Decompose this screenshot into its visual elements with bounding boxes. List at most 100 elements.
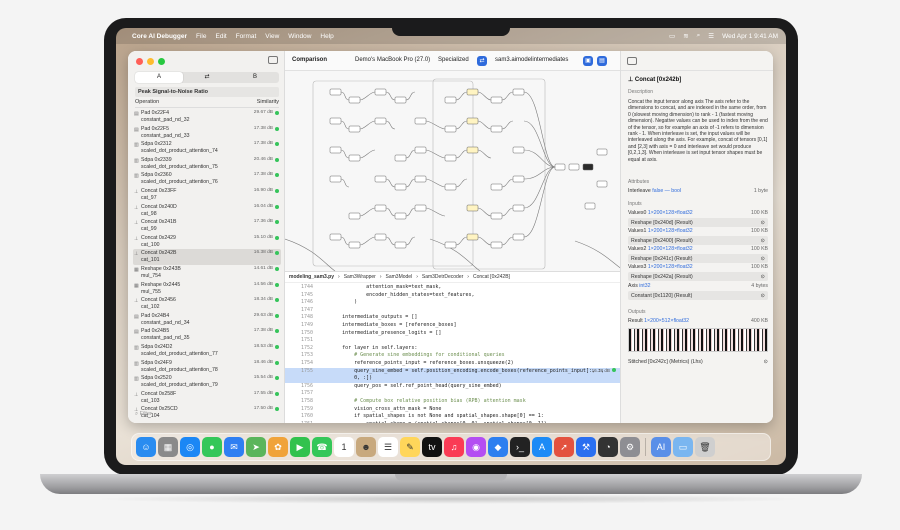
battery-icon[interactable]: ▭ [669, 32, 675, 40]
list-item[interactable]: ▥ Sdpa 0x2312 scaled_dot_product_attention… [133, 140, 281, 156]
similarity-annotation[interactable]: 16.38 dB [592, 368, 616, 373]
menu-app-name[interactable]: Core AI Debugger [132, 33, 187, 40]
input-source-chip[interactable]: Reshape [0x241c] (Result) ⊙ [628, 254, 768, 263]
photos-icon[interactable]: ✿ [268, 437, 288, 457]
crumb-wrapper[interactable]: Sam3Wrapper [344, 274, 376, 280]
swap-icon[interactable]: ⇄ [183, 72, 231, 83]
graph-node[interactable] [444, 183, 457, 191]
menu-edit[interactable]: Edit [216, 33, 227, 40]
go-to-icon[interactable]: ⊙ [761, 256, 765, 262]
graph-node[interactable] [466, 117, 479, 125]
settings-icon[interactable]: ⚙ [620, 437, 640, 457]
graph-node[interactable] [394, 212, 407, 220]
list-item[interactable]: ⊥ Concat 0x23FF cat_97 16.90 dB [133, 187, 281, 203]
tab-a[interactable]: A [135, 72, 183, 83]
file-selector[interactable]: sam3.aimodelintermediates [495, 57, 568, 63]
graph-node[interactable] [512, 88, 525, 96]
menu-window[interactable]: Window [288, 33, 311, 40]
go-to-icon[interactable]: ⊙ [761, 293, 765, 299]
graph-node[interactable] [374, 233, 387, 241]
graph-node[interactable] [512, 233, 525, 241]
activity-icon[interactable]: ◔ [598, 437, 618, 457]
list-item[interactable]: ▦ Reshape 0x243B mul_754 14.61 dB [133, 265, 281, 281]
graph-node[interactable] [329, 233, 342, 241]
graph-node[interactable] [466, 88, 479, 96]
wifi-icon[interactable]: ≋ [683, 32, 688, 40]
graph-node[interactable] [490, 96, 503, 104]
graph-node[interactable] [394, 183, 407, 191]
graph-node[interactable] [490, 241, 503, 249]
graph-node[interactable] [444, 241, 457, 249]
minimize-window-button[interactable] [147, 58, 154, 65]
crumb-op[interactable]: Concat [0x242B] [473, 274, 510, 280]
device-selector[interactable]: Demo's MacBook Pro (27.0) [355, 57, 430, 63]
close-window-button[interactable] [136, 58, 143, 65]
list-item[interactable]: ⊥ Concat 0x258F cat_103 17.55 dB [133, 390, 281, 406]
list-item[interactable]: ⊥ Concat 0x2429 cat_100 15.10 dB [133, 234, 281, 250]
specialized-selector[interactable]: Specialized [438, 57, 469, 63]
graph-node[interactable] [348, 125, 361, 133]
graph-node[interactable] [374, 204, 387, 212]
graph-view-icon[interactable]: ▣ [583, 56, 593, 66]
graph-node[interactable] [596, 148, 608, 156]
graph-node[interactable] [348, 212, 361, 220]
graph-node[interactable] [584, 202, 596, 210]
graph-node[interactable] [444, 125, 457, 133]
graph-node[interactable] [374, 88, 387, 96]
list-item[interactable]: ▥ Sdpa 0x2520 scaled_dot_product_attention… [133, 374, 281, 390]
swap-model-icon[interactable]: ⇄ [477, 56, 487, 66]
graph-node[interactable] [490, 125, 503, 133]
go-to-icon[interactable]: ⊙ [761, 274, 765, 280]
coreai-icon[interactable]: AI [651, 437, 671, 457]
model-graph[interactable] [285, 71, 620, 271]
menu-file[interactable]: File [196, 33, 206, 40]
graph-node[interactable] [329, 146, 342, 154]
list-item[interactable]: ⊥ Concat 0x2456 cat_102 18.34 dB [133, 296, 281, 312]
input-source-chip[interactable]: Reshape [0x2400] (Result) ⊙ [628, 236, 768, 245]
podcasts-icon[interactable]: ◉ [466, 437, 486, 457]
contacts-icon[interactable]: ☻ [356, 437, 376, 457]
xcode-icon[interactable]: ⚒ [576, 437, 596, 457]
graph-node[interactable] [568, 163, 580, 171]
graph-node[interactable] [394, 154, 407, 162]
graph-node[interactable] [348, 154, 361, 162]
graph-node[interactable] [466, 233, 479, 241]
search-icon[interactable]: ⌕ [697, 32, 701, 40]
list-item[interactable]: ▥ Sdpa 0x24D2 scaled_dot_product_attention… [133, 343, 281, 359]
maps-icon[interactable]: ➤ [246, 437, 266, 457]
list-item[interactable]: ▤ Pad 0x22F5 constant_pad_nd_33 17.38 dB [133, 125, 281, 141]
mail-icon[interactable]: ✉ [224, 437, 244, 457]
graph-node[interactable] [414, 204, 427, 212]
go-to-icon[interactable]: ⊙ [761, 220, 765, 226]
list-item[interactable]: ▤ Pad 0x22F4 constant_pad_nd_32 29.67 dB [133, 109, 281, 125]
menu-clock[interactable]: Wed Apr 1 9:41 AM [722, 33, 778, 40]
graph-node[interactable] [329, 117, 342, 125]
tv-icon[interactable]: tv [422, 437, 442, 457]
graph-node[interactable] [466, 204, 479, 212]
graph-node[interactable] [329, 88, 342, 96]
tab-b[interactable]: B [231, 72, 279, 83]
list-item[interactable]: ▥ Sdpa 0x24F9 scaled_dot_product_attention… [133, 359, 281, 375]
col-operation[interactable]: Operation [135, 99, 159, 105]
axis-source-chip[interactable]: Constant [0x1120] (Result) ⊙ [628, 291, 768, 300]
phone-icon[interactable]: ☎ [312, 437, 332, 457]
reminders-icon[interactable]: ☰ [378, 437, 398, 457]
list-item[interactable]: ▤ Pad 0x24B5 constant_pad_nd_35 17.38 dB [133, 327, 281, 343]
input-source-chip[interactable]: Reshape [0x242a] (Result) ⊙ [628, 272, 768, 281]
graph-node[interactable] [490, 183, 503, 191]
appstore-icon[interactable]: A [532, 437, 552, 457]
graph-node[interactable] [348, 96, 361, 104]
graph-node[interactable] [329, 175, 342, 183]
graph-node[interactable] [512, 146, 525, 154]
go-to-icon[interactable]: ⊙ [761, 238, 765, 244]
finder-icon[interactable]: ☺ [136, 437, 156, 457]
metric-selector[interactable]: Peak Signal-to-Noise Ratio [135, 87, 279, 97]
list-item[interactable]: ⊥ Concat 0x241B cat_99 17.36 dB [133, 218, 281, 234]
graph-node[interactable] [554, 163, 566, 171]
graph-node[interactable] [394, 241, 407, 249]
graph-node[interactable] [394, 96, 407, 104]
graph-node[interactable] [444, 154, 457, 162]
tensor-heatmap-strip[interactable] [628, 328, 768, 352]
graph-node[interactable] [374, 175, 387, 183]
graph-node[interactable] [582, 163, 594, 171]
